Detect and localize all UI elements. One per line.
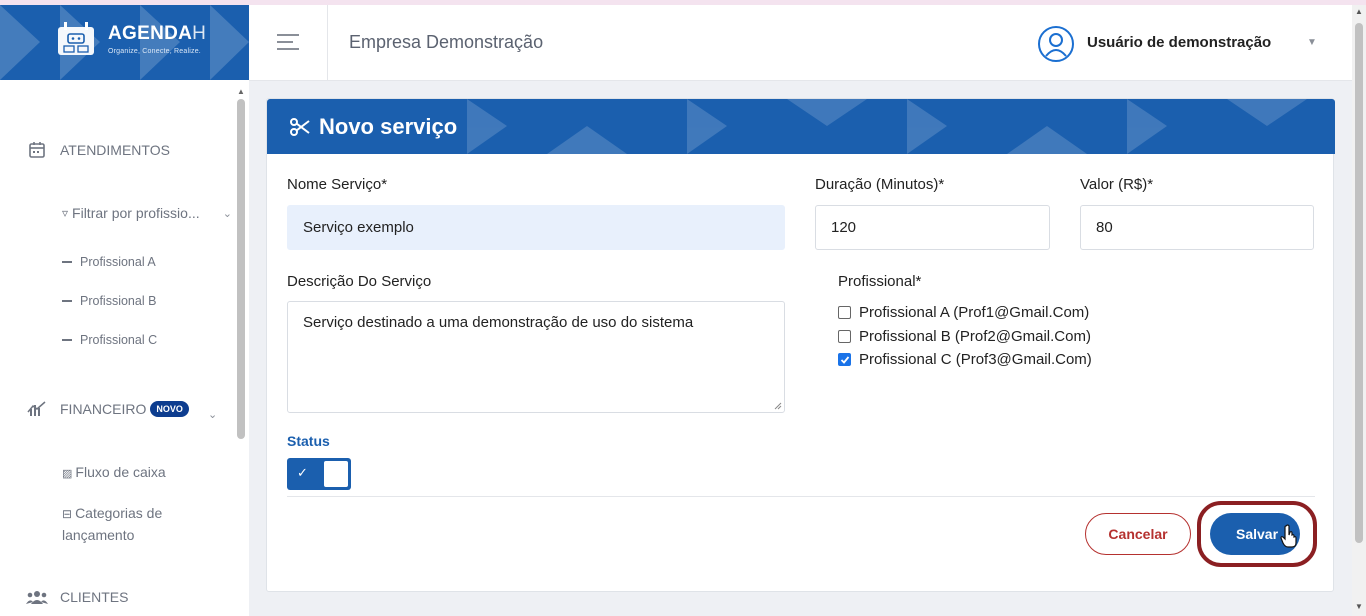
professional-option-c[interactable]: Profissional C (Prof3@Gmail.Com) [838,351,1092,368]
users-icon [26,587,48,607]
duration-label: Duração (Minutos)* [815,176,945,193]
brand-tagline: Organize, Conecte, Realize. [108,48,201,55]
dash-icon [62,339,72,341]
scrollbar-thumb[interactable] [237,99,245,439]
company-name: Empresa Demonstração [349,32,544,52]
new-badge: NOVO [150,401,189,417]
menu-financeiro-label: FINANCEIRO [60,401,147,417]
user-name[interactable]: Usuário de demonstração [1087,34,1271,51]
checkbox[interactable] [838,306,851,319]
description-label: Descrição Do Serviço [287,273,432,290]
sidebar-item-categories[interactable]: ⊟ Categorias de lançamento [62,503,182,546]
scrollbar-thumb[interactable] [1355,23,1363,543]
hand-cursor-icon [1280,524,1297,548]
footer-divider [287,496,1315,497]
chevron-down-icon: ⌄ [208,409,218,421]
scroll-up-icon[interactable]: ▲ [237,87,245,96]
checkbox-label: Profissional B (Prof2@Gmail.Com) [859,328,1091,345]
menu-clientes-label: CLIENTES [60,589,129,605]
sidebar-item-label: Profissional A [80,255,156,269]
professional-option-b[interactable]: Profissional B (Prof2@Gmail.Com) [838,328,1091,345]
price-label: Valor (R$)* [1080,176,1154,193]
menu-clientes[interactable]: CLIENTES [26,587,128,607]
professional-filter-select[interactable]: ▿ Filtrar por profissio... ⌄ [62,205,232,221]
card-title-text: Novo serviço [319,114,458,139]
status-toggle[interactable]: ✓ [287,458,351,490]
check-icon: ✓ [297,465,308,480]
toggle-knob [324,461,348,487]
menu-atendimentos[interactable]: ATENDIMENTOS [26,140,170,160]
checkbox-label: Profissional A (Prof1@Gmail.Com) [859,304,1090,321]
filter-icon: ▿ [62,206,69,220]
checkbox-label: Profissional C (Prof3@Gmail.Com) [859,351,1092,368]
scissors-icon [290,118,310,136]
dash-icon [62,261,72,263]
card-header: Novo serviço [267,99,1335,154]
duration-input[interactable]: 120 [815,205,1050,250]
scroll-down-icon[interactable]: ▼ [1355,602,1363,611]
sidebar-item-label: Profissional C [80,333,158,347]
page-scrollbar[interactable]: ▲ ▼ [1352,5,1366,616]
filter-label: Filtrar por profissio... [72,205,200,221]
category-icon: ⊟ [62,507,73,521]
sidebar: AGENDAH Organize, Conecte, Realize. ATEN… [0,5,249,616]
menu-toggle-button[interactable] [277,34,299,50]
sidebar-item-professional-c[interactable]: Profissional C [62,333,157,347]
user-avatar-icon[interactable] [1038,26,1074,62]
sidebar-item-label: Fluxo de caixa [75,464,166,480]
menu-financeiro[interactable]: FINANCEIRO NOVO [26,399,189,419]
checkbox-checked[interactable] [838,353,851,366]
description-text: Serviço destinado a uma demonstração de … [303,314,694,331]
resize-grip-icon[interactable] [774,402,782,410]
header-divider [327,5,328,81]
sidebar-item-label: Categorias de lançamento [62,505,163,543]
service-name-label: Nome Serviço* [287,176,388,193]
dash-icon [62,300,72,302]
calendar-robot-logo-icon [58,22,94,55]
professional-label: Profissional* [838,273,922,290]
cash-register-icon: ▨ [62,468,73,480]
brand-name: AGENDAH [108,23,207,44]
finance-chart-icon [26,399,48,419]
sidebar-item-professional-a[interactable]: Profissional A [62,255,156,269]
status-label: Status [287,433,330,449]
card-title: Novo serviço [289,114,457,140]
menu-atendimentos-label: ATENDIMENTOS [60,142,170,158]
description-textarea[interactable]: Serviço destinado a uma demonstração de … [287,301,785,413]
brand-banner[interactable]: AGENDAH Organize, Conecte, Realize. [0,5,249,80]
checkbox[interactable] [838,330,851,343]
top-header: Empresa Demonstração Usuário de demonstr… [249,5,1352,81]
new-service-card: Novo serviço Nome Serviço* Serviço exemp… [266,98,1335,592]
check-icon [840,355,849,364]
price-input[interactable]: 80 [1080,205,1314,250]
chevron-down-icon: ⌄ [222,207,232,220]
caret-down-icon[interactable]: ▼ [1307,37,1317,48]
sidebar-item-professional-b[interactable]: Profissional B [62,294,156,308]
professional-option-a[interactable]: Profissional A (Prof1@Gmail.Com) [838,304,1089,321]
scroll-up-icon[interactable]: ▲ [1355,7,1363,16]
calendar-icon [26,140,48,160]
sidebar-item-cash-flow[interactable]: ▨ Fluxo de caixa [62,462,166,485]
sidebar-item-label: Profissional B [80,294,157,308]
service-name-input[interactable]: Serviço exemplo [287,205,785,250]
sidebar-scrollbar[interactable]: ▲ [235,85,249,616]
cancel-button[interactable]: Cancelar [1085,513,1191,555]
